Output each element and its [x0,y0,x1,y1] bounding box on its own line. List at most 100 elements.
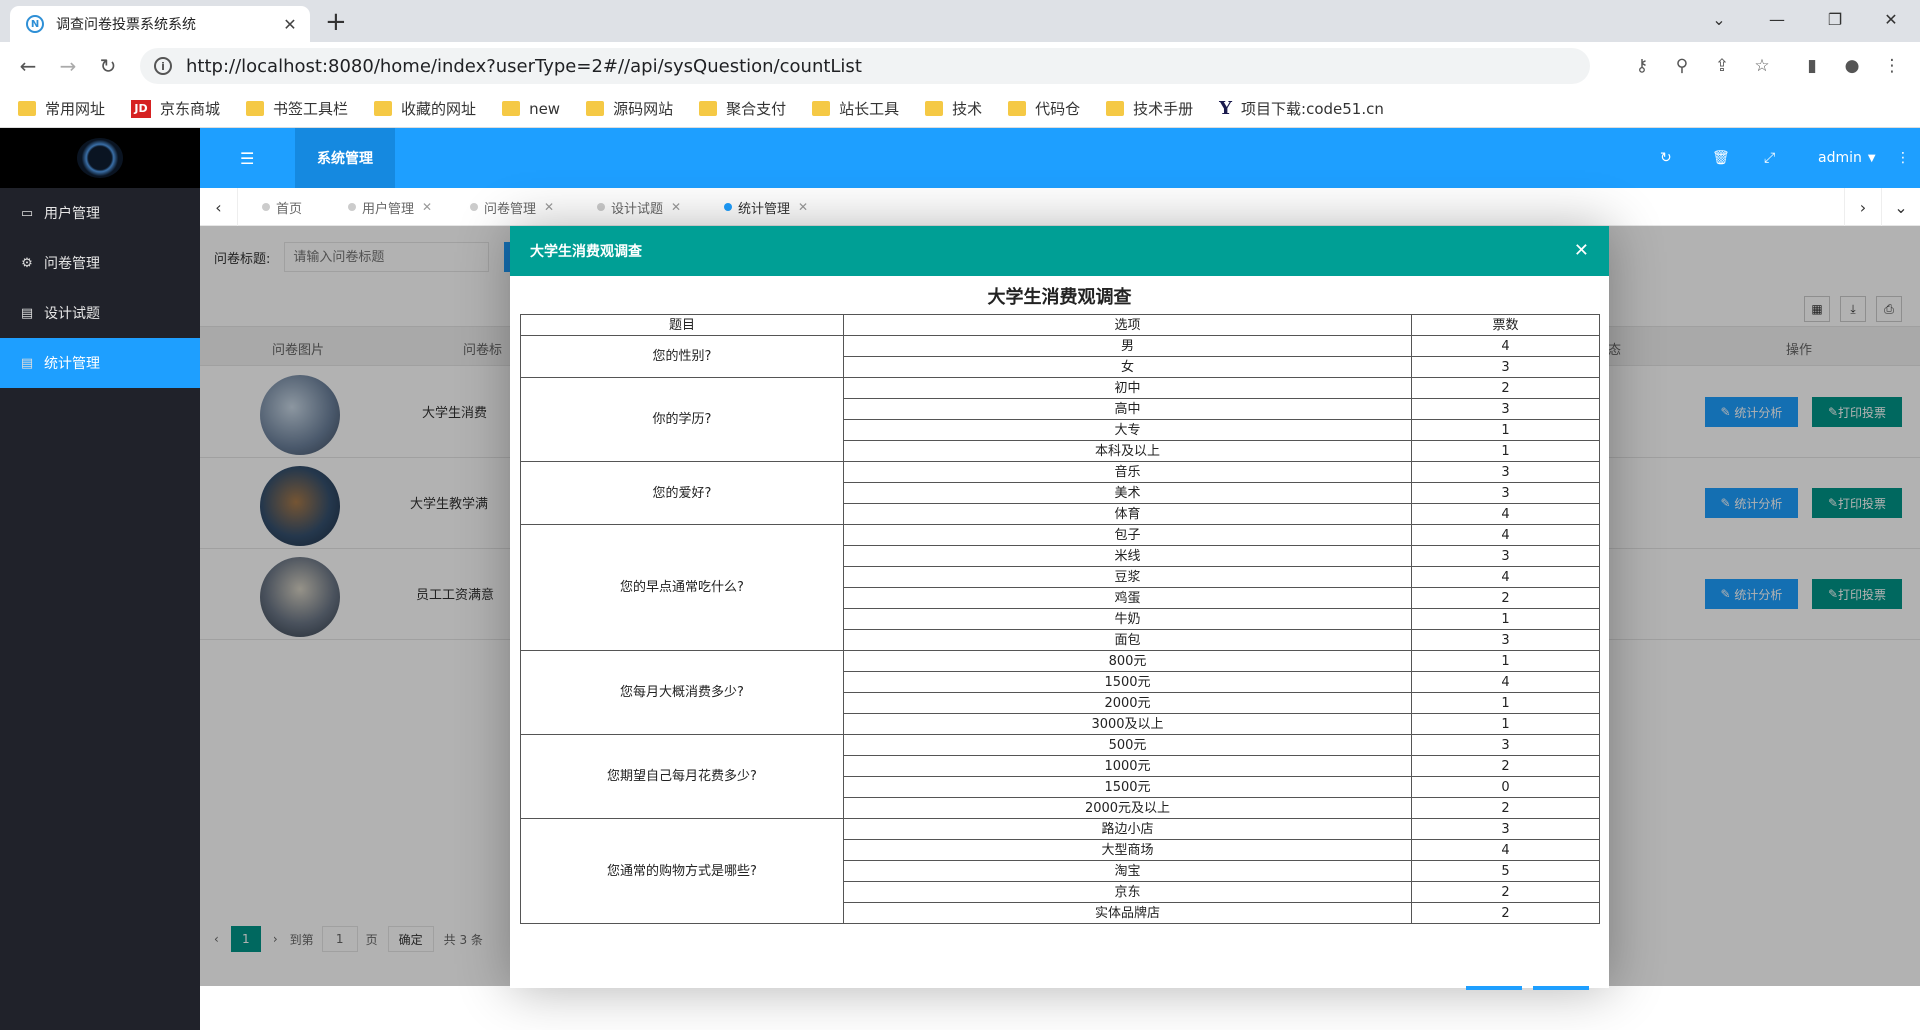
tab-design-questions[interactable]: 设计试题 ✕ [597,188,681,226]
bookmark-item[interactable]: new [502,100,560,118]
browser-tab[interactable]: N 调查问卷投票系统系统 ✕ [10,6,310,42]
tab-search-icon[interactable]: ⌄ [1690,0,1748,38]
tab-home[interactable]: 首页 [262,188,302,226]
modal-cancel-button[interactable] [1533,986,1589,990]
question-cell: 您每月大概消费多少? [520,650,844,735]
browser-menu-icon[interactable]: ⋮ [1880,54,1904,78]
tab-statistics[interactable]: 统计管理 ✕ [724,188,808,226]
statistics-table: 题目 选项 票数 您的性别? 男 4 女 3 你的学历? 初中 2 高中 3 大专 1 本科及以上 1 您的… [520,314,1600,924]
folder-icon [1008,101,1027,116]
sidebar-item-questionnaires[interactable]: ⚙ 问卷管理 [0,238,200,288]
question-cell: 您的爱好? [520,461,844,525]
sidebar-item-users[interactable]: ▭ 用户管理 [0,188,200,238]
page-tabs-bar: ‹ 首页 用户管理 ✕ 问卷管理 ✕ 设计试题 ✕ 统计管理 ✕ › ⌄ [200,188,1920,226]
fullscreen-icon[interactable]: ⤢ [1764,128,1775,188]
tabs-right-arrow-icon[interactable]: › [1844,188,1882,226]
restore-icon[interactable]: ❐ [1806,0,1864,38]
folder-icon [586,101,605,116]
tab-close-icon[interactable]: ✕ [798,200,808,214]
bookmark-item[interactable]: 书签工具栏 [246,98,348,119]
option-cell: 男 [843,335,1412,357]
vote-count-cell: 1 [1411,692,1600,714]
document-icon: ▤ [20,305,34,321]
document-icon: ▤ [20,355,34,371]
browser-tabstrip: N 调查问卷投票系统系统 ✕ + ⌄ — ❐ ✕ [0,0,1920,42]
forward-icon[interactable]: → [54,52,82,80]
question-cell: 您的性别? [520,335,844,378]
option-cell: 包子 [843,524,1412,546]
url-field[interactable]: i http://localhost:8080/home/index?userT… [140,48,1590,84]
statistics-row: 你的学历? 初中 2 [520,377,1600,462]
bookmarks-bar: 常用网址 JD 京东商城 书签工具栏 收藏的网址 new 源码网站 聚合支付 站长… [0,90,1920,128]
vote-count-cell: 2 [1411,587,1600,609]
vote-count-cell: 3 [1411,734,1600,756]
more-icon[interactable]: ⋮ [1896,128,1910,188]
share-icon[interactable]: ⇪ [1710,54,1734,78]
user-menu[interactable]: admin ▼ [1818,128,1876,188]
tab-questionnaires[interactable]: 问卷管理 ✕ [470,188,554,226]
tab-dot-icon [597,203,605,211]
tab-close-icon[interactable]: ✕ [422,200,432,214]
statistics-header-row: 题目 选项 票数 [520,314,1600,336]
minimize-icon[interactable]: — [1748,0,1806,38]
window-close-icon[interactable]: ✕ [1862,0,1920,38]
tabs-dropdown-icon[interactable]: ⌄ [1882,188,1920,226]
key-icon[interactable]: ⚷ [1630,54,1654,78]
sidebar-item-design-questions[interactable]: ▤ 设计试题 [0,288,200,338]
statistics-row: 您的性别? 男 4 [520,335,1600,378]
option-cell: 800元 [843,650,1412,672]
vote-count-cell: 1 [1411,419,1600,441]
option-cell: 3000及以上 [843,713,1412,735]
option-cell: 美术 [843,482,1412,504]
vote-count-cell: 4 [1411,566,1600,588]
tab-users[interactable]: 用户管理 ✕ [348,188,432,226]
modal-confirm-button[interactable] [1466,986,1522,990]
modal-header: 大学生消费观调查 ✕ [510,226,1609,276]
statistics-row: 您通常的购物方式是哪些? 路边小店 3 [520,818,1600,924]
bookmark-item[interactable]: 收藏的网址 [374,98,476,119]
side-panel-icon[interactable]: ▮ [1800,54,1824,78]
back-icon[interactable]: ← [14,52,42,80]
tab-close-icon[interactable]: ✕ [544,200,554,214]
statistics-modal: 大学生消费观调查 ✕ 大学生消费观调查 题目 选项 票数 您的性别? 男 4 女 3 你的… [510,226,1609,990]
vote-count-cell: 5 [1411,860,1600,882]
site-info-icon[interactable]: i [154,57,172,75]
vote-count-cell: 2 [1411,797,1600,819]
bookmark-item[interactable]: 聚合支付 [699,98,786,119]
profile-avatar-icon[interactable]: ● [1840,54,1864,78]
bookmark-item[interactable]: JD 京东商城 [131,98,220,119]
option-cell: 牛奶 [843,608,1412,630]
menu-toggle-icon[interactable]: ☰ [240,128,254,188]
window-icon: ▭ [20,205,34,221]
column-header-question: 题目 [520,314,844,336]
option-cell: 2000元 [843,692,1412,714]
bookmark-item[interactable]: 代码仓 [1008,98,1080,119]
option-cell: 本科及以上 [843,440,1412,462]
bookmark-item[interactable]: Y 项目下载:code51.cn [1219,98,1384,119]
bookmark-item[interactable]: 常用网址 [18,98,105,119]
gears-icon: ⚙ [21,255,33,271]
refresh-icon[interactable]: ↻ [1660,128,1672,188]
vote-count-cell: 3 [1411,818,1600,840]
tab-close-icon[interactable]: ✕ [671,200,681,214]
modal-close-icon[interactable]: ✕ [1574,240,1589,261]
bookmark-item[interactable]: 源码网站 [586,98,673,119]
vote-count-cell: 4 [1411,524,1600,546]
bookmark-item[interactable]: 技术手册 [1106,98,1193,119]
tabs-left-arrow-icon[interactable]: ‹ [200,188,238,226]
sidebar-item-statistics[interactable]: ▤ 统计管理 [0,338,200,388]
star-icon[interactable]: ☆ [1750,54,1774,78]
option-cell: 高中 [843,398,1412,420]
bookmark-item[interactable]: 技术 [925,98,982,119]
system-management-tab[interactable]: 系统管理 [295,128,395,188]
option-cell: 淘宝 [843,860,1412,882]
close-tab-icon[interactable]: ✕ [280,15,300,34]
zoom-icon[interactable]: ⚲ [1670,54,1694,78]
option-cell: 1000元 [843,755,1412,777]
trash-icon[interactable]: 🗑 [1712,128,1730,188]
bookmark-item[interactable]: 站长工具 [812,98,899,119]
folder-icon [925,101,944,116]
username: admin [1818,150,1862,166]
new-tab-icon[interactable]: + [325,8,347,36]
reload-icon[interactable]: ↻ [94,52,122,80]
